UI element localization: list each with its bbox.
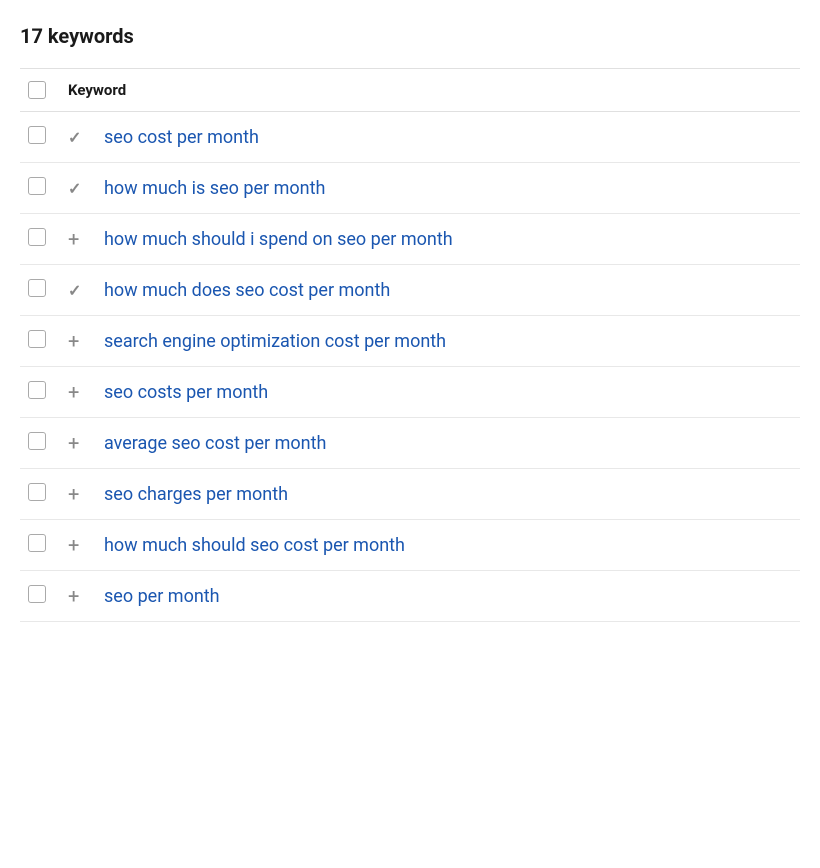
row-keyword-cell: how much should seo cost per month bbox=[96, 520, 800, 571]
table-row: ✓ seo cost per month bbox=[20, 112, 800, 163]
row-checkbox-cell bbox=[20, 163, 60, 214]
row-checkbox-cell bbox=[20, 520, 60, 571]
check-icon: ✓ bbox=[68, 281, 81, 300]
table-header-row: Keyword bbox=[20, 69, 800, 112]
row-checkbox[interactable] bbox=[28, 330, 46, 348]
row-icon-cell: + bbox=[60, 214, 96, 265]
plus-icon: + bbox=[68, 584, 79, 608]
plus-icon: + bbox=[68, 482, 79, 506]
table-row: + how much should seo cost per month bbox=[20, 520, 800, 571]
row-checkbox-cell bbox=[20, 469, 60, 520]
row-icon-cell: + bbox=[60, 520, 96, 571]
row-keyword-cell: average seo cost per month bbox=[96, 418, 800, 469]
plus-icon: + bbox=[68, 227, 79, 251]
row-checkbox-cell bbox=[20, 367, 60, 418]
row-checkbox-cell bbox=[20, 112, 60, 163]
row-icon-cell: + bbox=[60, 469, 96, 520]
keyword-link[interactable]: seo costs per month bbox=[104, 382, 268, 403]
row-keyword-cell: how much is seo per month bbox=[96, 163, 800, 214]
plus-icon: + bbox=[68, 329, 79, 353]
keyword-column-header: Keyword bbox=[68, 81, 126, 99]
row-checkbox[interactable] bbox=[28, 432, 46, 450]
row-icon-cell: ✓ bbox=[60, 265, 96, 316]
table-row: + seo costs per month bbox=[20, 367, 800, 418]
row-checkbox[interactable] bbox=[28, 177, 46, 195]
row-icon-cell: ✓ bbox=[60, 163, 96, 214]
keyword-link[interactable]: how much does seo cost per month bbox=[104, 280, 390, 301]
row-checkbox[interactable] bbox=[28, 381, 46, 399]
row-keyword-cell: how much does seo cost per month bbox=[96, 265, 800, 316]
row-checkbox-cell bbox=[20, 571, 60, 622]
row-checkbox-cell bbox=[20, 265, 60, 316]
row-keyword-cell: seo cost per month bbox=[96, 112, 800, 163]
row-icon-cell: + bbox=[60, 367, 96, 418]
row-icon-cell: ✓ bbox=[60, 112, 96, 163]
keyword-link[interactable]: how much should i spend on seo per month bbox=[104, 229, 453, 250]
row-icon-cell: + bbox=[60, 316, 96, 367]
keyword-link[interactable]: how much should seo cost per month bbox=[104, 535, 405, 556]
table-row: + how much should i spend on seo per mont… bbox=[20, 214, 800, 265]
table-row: + seo charges per month bbox=[20, 469, 800, 520]
table-row: + average seo cost per month bbox=[20, 418, 800, 469]
row-keyword-cell: how much should i spend on seo per month bbox=[96, 214, 800, 265]
table-row: ✓ how much does seo cost per month bbox=[20, 265, 800, 316]
plus-icon: + bbox=[68, 533, 79, 557]
row-keyword-cell: search engine optimization cost per mont… bbox=[96, 316, 800, 367]
table-row: + search engine optimization cost per mon… bbox=[20, 316, 800, 367]
row-checkbox[interactable] bbox=[28, 279, 46, 297]
keyword-link[interactable]: how much is seo per month bbox=[104, 178, 325, 199]
row-icon-cell: + bbox=[60, 571, 96, 622]
keyword-link[interactable]: search engine optimization cost per mont… bbox=[104, 331, 446, 352]
keyword-link[interactable]: average seo cost per month bbox=[104, 433, 326, 454]
keyword-table: Keyword ✓ seo cost per month ✓ how much is … bbox=[20, 68, 800, 622]
row-checkbox-cell bbox=[20, 214, 60, 265]
keyword-link[interactable]: seo per month bbox=[104, 586, 220, 607]
row-checkbox[interactable] bbox=[28, 126, 46, 144]
row-checkbox[interactable] bbox=[28, 585, 46, 603]
header-checkbox-cell bbox=[20, 69, 60, 112]
row-checkbox-cell bbox=[20, 316, 60, 367]
plus-icon: + bbox=[68, 431, 79, 455]
keyword-list: ✓ seo cost per month ✓ how much is seo per … bbox=[20, 112, 800, 622]
keyword-link[interactable]: seo cost per month bbox=[104, 127, 259, 148]
page-title: 17 keywords bbox=[20, 24, 800, 48]
keyword-link[interactable]: seo charges per month bbox=[104, 484, 288, 505]
row-keyword-cell: seo costs per month bbox=[96, 367, 800, 418]
row-icon-cell: + bbox=[60, 418, 96, 469]
row-checkbox[interactable] bbox=[28, 534, 46, 552]
main-container: 17 keywords Keyword ✓seo cost per month✓… bbox=[0, 0, 820, 642]
row-checkbox-cell bbox=[20, 418, 60, 469]
check-icon: ✓ bbox=[68, 179, 81, 198]
plus-icon: + bbox=[68, 380, 79, 404]
row-checkbox[interactable] bbox=[28, 483, 46, 501]
row-keyword-cell: seo per month bbox=[96, 571, 800, 622]
table-row: + seo per month bbox=[20, 571, 800, 622]
row-checkbox[interactable] bbox=[28, 228, 46, 246]
row-keyword-cell: seo charges per month bbox=[96, 469, 800, 520]
table-row: ✓ how much is seo per month bbox=[20, 163, 800, 214]
header-keyword-cell: Keyword bbox=[60, 69, 800, 112]
select-all-checkbox[interactable] bbox=[28, 81, 46, 99]
check-icon: ✓ bbox=[68, 128, 81, 147]
